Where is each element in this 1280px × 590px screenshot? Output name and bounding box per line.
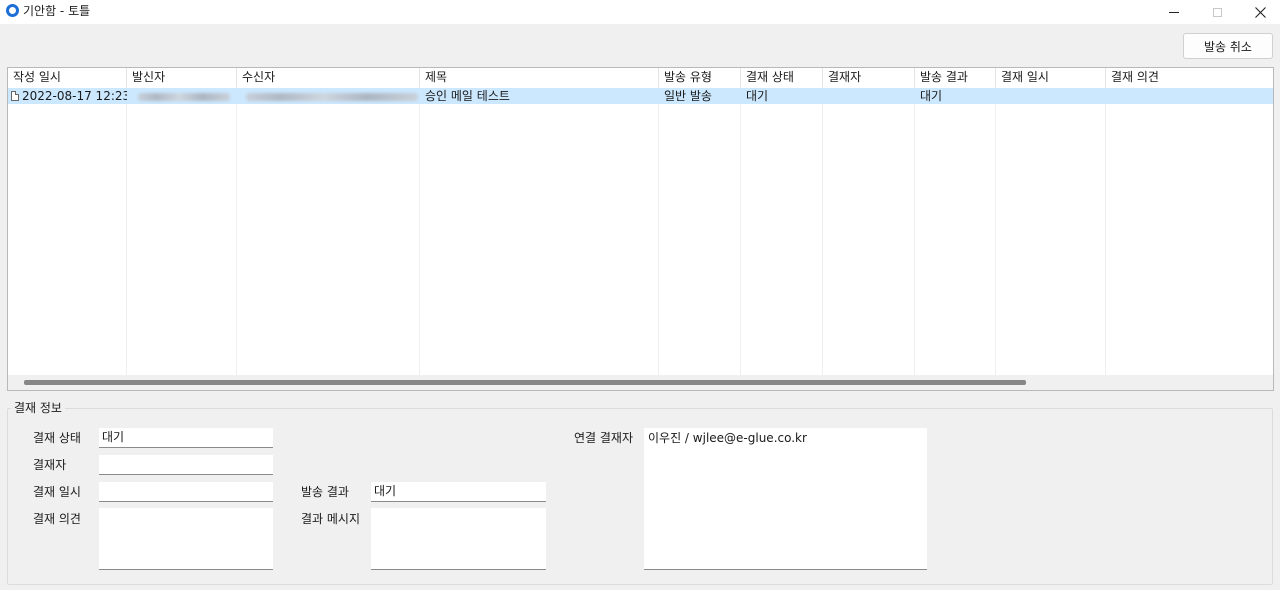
approver-field[interactable]: [99, 455, 273, 475]
column-header-sender[interactable]: 발신자: [127, 68, 237, 87]
approval-info-title: 결재 정보: [11, 400, 65, 416]
cell-created-at: 2022-08-17 12:23: [8, 88, 127, 104]
column-header-send-result[interactable]: 발송 결과: [915, 68, 996, 87]
column-header-created-at[interactable]: 작성 일시: [8, 68, 127, 87]
column-divider: [740, 87, 741, 375]
maximize-icon: [1212, 7, 1222, 17]
list-header: 작성 일시 발신자 수신자 제목 발송 유형 결재 상태 결재자 발송 결과 결…: [8, 68, 1273, 87]
column-divider: [914, 87, 915, 375]
approval-date-field[interactable]: [99, 482, 273, 502]
cell-approval-comment: [1106, 88, 1273, 104]
minimize-icon: [1169, 11, 1179, 13]
cell-send-result: 대기: [920, 89, 943, 103]
column-divider: [126, 87, 127, 375]
cell-approver: [823, 88, 915, 104]
column-header-send-type[interactable]: 발송 유형: [659, 68, 741, 87]
approval-comment-label: 결재 의견: [33, 512, 81, 526]
cell-subject: 승인 메일 테스트: [425, 89, 510, 103]
column-header-approval-status[interactable]: 결재 상태: [741, 68, 823, 87]
column-divider: [658, 87, 659, 375]
minimize-button[interactable]: [1152, 0, 1196, 24]
linked-approver-field[interactable]: 이우진 / wjlee@e-glue.co.kr: [644, 428, 927, 570]
close-button[interactable]: [1238, 0, 1280, 24]
approval-date-label: 결재 일시: [33, 485, 81, 499]
cancel-send-button[interactable]: 발송 취소: [1183, 33, 1273, 59]
approval-status-field[interactable]: 대기: [99, 428, 273, 448]
cell-approval-date: [996, 88, 1106, 104]
table-row[interactable]: 2022-08-17 12:23 승인 메일 테스트 일반 발송 대기 대기: [8, 88, 1273, 104]
cell-recipient: [237, 88, 420, 104]
horizontal-scrollbar[interactable]: [8, 375, 1273, 390]
close-icon: [1254, 6, 1266, 18]
column-header-approval-date[interactable]: 결재 일시: [996, 68, 1106, 87]
column-header-approver[interactable]: 결재자: [823, 68, 915, 87]
redacted-sender: [138, 92, 230, 101]
column-header-recipient[interactable]: 수신자: [237, 68, 420, 87]
document-icon: [11, 91, 19, 101]
column-header-approval-comment[interactable]: 결재 의견: [1106, 68, 1273, 87]
column-divider: [1105, 87, 1106, 375]
approval-comment-field[interactable]: [99, 508, 273, 570]
approval-status-label: 결재 상태: [33, 431, 81, 445]
cell-send-type: 일반 발송: [664, 89, 712, 103]
draft-list[interactable]: 작성 일시 발신자 수신자 제목 발송 유형 결재 상태 결재자 발송 결과 결…: [7, 67, 1274, 391]
column-divider: [822, 87, 823, 375]
maximize-button[interactable]: [1195, 0, 1239, 24]
result-message-field[interactable]: [371, 508, 546, 570]
column-header-subject[interactable]: 제목: [420, 68, 659, 87]
redacted-recipient: [246, 92, 418, 101]
window-title: 기안함 - 토틀: [23, 4, 91, 18]
cell-approval-status: 대기: [746, 89, 769, 103]
cell-sender: [127, 88, 237, 104]
scrollbar-thumb[interactable]: [24, 380, 1026, 385]
result-message-label: 결과 메시지: [301, 512, 361, 526]
app-logo-icon: [6, 4, 19, 17]
send-result-field[interactable]: 대기: [371, 482, 546, 502]
approver-label: 결재자: [33, 458, 67, 472]
send-result-label: 발송 결과: [301, 485, 349, 499]
column-divider: [236, 87, 237, 375]
column-divider: [995, 87, 996, 375]
title-bar: 기안함 - 토틀: [0, 0, 1280, 24]
created-at-text: 2022-08-17 12:23: [22, 89, 127, 103]
linked-approver-label: 연결 결재자: [574, 431, 634, 445]
column-divider: [419, 87, 420, 375]
